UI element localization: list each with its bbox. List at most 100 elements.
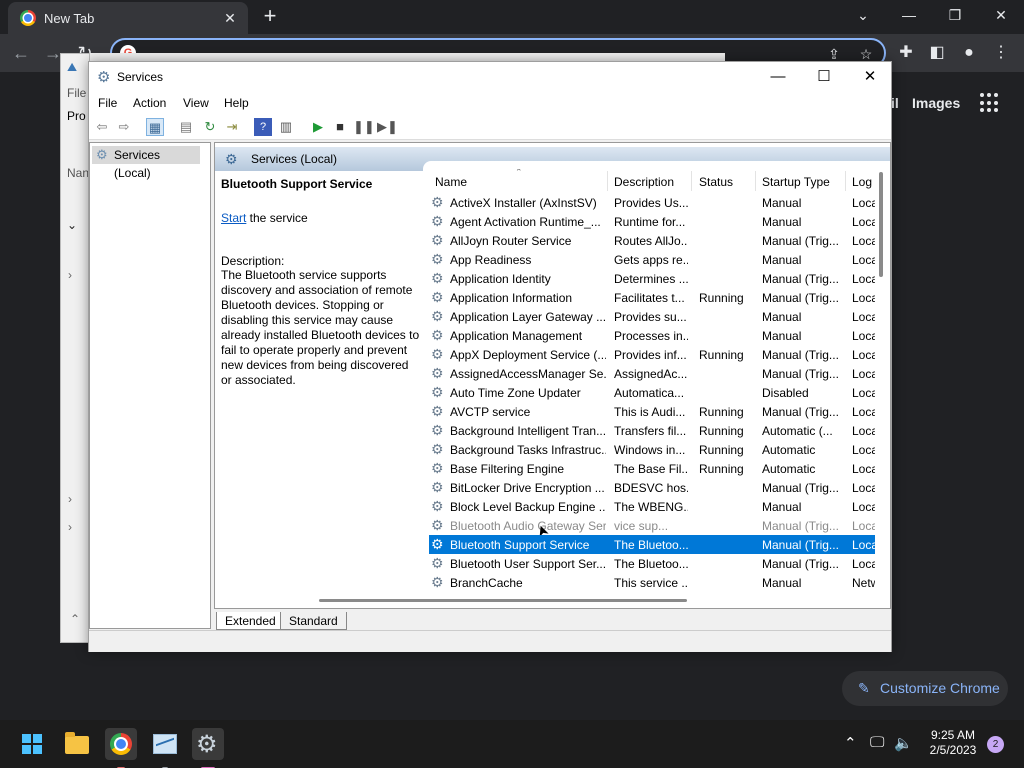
extensions-icon[interactable]: ✚ (895, 42, 917, 64)
volume-icon[interactable]: 🔈 (894, 734, 913, 752)
services-taskbar-button[interactable]: ⚙ (192, 728, 224, 768)
cell-startup: Manual (762, 576, 802, 590)
table-row[interactable]: ⚙ Agent Activation Runtime_... Runtime for… (429, 212, 875, 231)
close-button[interactable]: ✕ (855, 66, 885, 88)
service-gear-icon: ⚙ (431, 289, 444, 305)
table-row[interactable]: ⚙ Background Tasks Infrastruc... Windows i… (429, 440, 875, 459)
table-row[interactable]: ⚙ Bluetooth Audio Gateway Service vice sup… (429, 516, 875, 540)
clock[interactable]: 9:25 AM 2/5/2023 (922, 728, 984, 758)
network-icon[interactable]: 🖵 (870, 734, 884, 751)
column-startup-type[interactable]: Startup Type (762, 175, 830, 189)
column-separator (691, 171, 692, 191)
performance-monitor-button[interactable] (149, 728, 181, 768)
chevron-up-icon[interactable]: ⌃ (70, 612, 80, 626)
start-link[interactable]: Start (221, 211, 246, 225)
cell-name: Base Filtering Engine (450, 462, 565, 476)
table-row[interactable]: ⚙ Block Level Backup Engine ... The WBENG.… (429, 497, 875, 516)
table-row[interactable]: ⚙ App Readiness Gets apps re... Manual Loca (429, 250, 875, 269)
more-menu-icon[interactable]: ⋮ (990, 42, 1012, 64)
side-panel-icon[interactable]: ◧ (926, 42, 948, 64)
menu-action[interactable]: Action (133, 96, 166, 110)
tab-extended[interactable]: Extended (216, 612, 285, 630)
tab-standard[interactable]: Standard (280, 612, 347, 630)
profile-icon[interactable]: ● (958, 42, 980, 64)
notification-badge[interactable]: 2 (987, 736, 1004, 753)
table-row[interactable]: ⚙ Base Filtering Engine The Base Fil... Run… (429, 459, 875, 478)
table-row[interactable]: ⚙ Background Intelligent Tran... Transfers… (429, 421, 875, 440)
service-gear-icon: ⚙ (431, 232, 444, 248)
cell-name: Bluetooth Audio Gateway Service (450, 519, 606, 533)
cell-startup: Manual (Trig... (762, 272, 839, 286)
chevron-right-icon[interactable]: › (68, 492, 72, 506)
chevron-right-icon[interactable]: › (68, 520, 72, 534)
table-row[interactable]: ⚙ Application Management Processes in... Ma… (429, 326, 875, 345)
stop-service-icon[interactable]: ■ (331, 118, 349, 136)
refresh-icon[interactable]: ↻ (201, 118, 219, 136)
table-row[interactable]: ⚙ Bluetooth Support Service The Bluetoo...… (429, 535, 875, 554)
pause-service-icon[interactable]: ❚❚ (353, 118, 375, 136)
menu-help[interactable]: Help (224, 96, 249, 110)
new-tab-button[interactable]: + (258, 5, 282, 29)
start-button[interactable] (16, 728, 48, 760)
minimize-button[interactable]: — (763, 66, 793, 88)
vertical-scrollbar[interactable] (879, 172, 883, 277)
chevron-down-icon[interactable]: ⌄ (848, 4, 878, 26)
console-tree-icon[interactable]: ▦ (146, 118, 164, 136)
table-row[interactable]: ⚙ ActiveX Installer (AxInstSV) Provides Us… (429, 193, 875, 212)
chevron-up-icon[interactable]: ⌃ (844, 734, 857, 752)
service-gear-icon: ⚙ (431, 574, 444, 590)
restore-button[interactable]: ❐ (940, 4, 970, 26)
minimize-button[interactable]: — (894, 4, 924, 26)
column-description[interactable]: Description (614, 175, 674, 189)
table-row[interactable]: ⚙ AppX Deployment Service (... Provides in… (429, 345, 875, 364)
table-row[interactable]: ⚙ Bluetooth User Support Ser... The Blueto… (429, 554, 875, 573)
services-titlebar[interactable]: ⚙ Services — ☐ ✕ (89, 62, 891, 92)
show-pane-icon[interactable]: ▥ (277, 118, 295, 136)
menu-view[interactable]: View (183, 96, 209, 110)
chrome-tab[interactable]: New Tab ✕ (8, 2, 248, 34)
help-icon[interactable]: ? (254, 118, 272, 136)
cell-startup: Automatic (762, 443, 816, 457)
chevron-right-icon[interactable]: › (68, 268, 72, 282)
background-tab[interactable]: Pro (67, 109, 86, 123)
chrome-taskbar-button[interactable] (105, 728, 137, 768)
back-arrow-icon[interactable]: ← (10, 42, 32, 64)
cell-log: Loca (852, 405, 875, 419)
table-row[interactable]: ⚙ BitLocker Drive Encryption ... BDESVC ho… (429, 478, 875, 497)
customize-chrome-button[interactable]: ✎ Customize Chrome (842, 671, 1008, 706)
forward-arrow-icon[interactable]: ⇨ (115, 118, 133, 136)
table-row[interactable]: ⚙ Application Layer Gateway ... Provides s… (429, 307, 875, 326)
menu-file[interactable]: File (98, 96, 117, 110)
table-row[interactable]: ⚙ Application Information Facilitates t...… (429, 288, 875, 307)
close-window-button[interactable]: ✕ (986, 4, 1016, 26)
table-row[interactable]: ⚙ BranchCache This service ... Manual Netw (429, 573, 875, 592)
table-row[interactable]: ⚙ AllJoyn Router Service Routes AllJo... Ma… (429, 231, 875, 250)
chevron-down-icon[interactable]: ⌄ (67, 218, 77, 232)
table-row[interactable]: ⚙ Auto Time Zone Updater Automatica... Disa… (429, 383, 875, 402)
restart-service-icon[interactable]: ▶❚ (377, 118, 398, 136)
properties-icon[interactable]: ▤ (177, 118, 195, 136)
cell-name: Application Management (450, 329, 583, 343)
tree-item-services-local[interactable]: ⚙ Services (Local) (92, 146, 200, 180)
table-row[interactable]: ⚙ AVCTP service This is Audi... Running Manu… (429, 402, 875, 421)
cell-startup: Manual (Trig... (762, 538, 839, 552)
file-explorer-button[interactable] (61, 728, 93, 760)
export-list-icon[interactable]: ⇥ (223, 118, 241, 136)
back-arrow-icon[interactable]: ⇦ (93, 118, 111, 136)
table-row[interactable]: ⚙ Application Identity Determines ... Manua… (429, 269, 875, 288)
column-status[interactable]: Status (699, 175, 733, 189)
cell-startup: Manual (Trig... (762, 519, 839, 533)
cell-log: Loca (852, 500, 875, 514)
start-service-icon[interactable]: ▶ (309, 118, 327, 136)
apps-grid-icon[interactable] (980, 93, 1000, 113)
column-log-on-as[interactable]: Log (852, 175, 872, 189)
background-menu-file[interactable]: File (67, 86, 86, 100)
close-tab-icon[interactable]: ✕ (220, 8, 240, 28)
column-name[interactable]: Name (435, 175, 467, 189)
images-link[interactable]: Images (912, 95, 960, 111)
maximize-button[interactable]: ☐ (809, 66, 839, 88)
table-row[interactable]: ⚙ AssignedAccessManager Se... AssignedAc..… (429, 364, 875, 383)
gmail-link[interactable]: il (891, 95, 899, 111)
horizontal-scrollbar[interactable] (319, 599, 687, 602)
cell-desc: Determines ... (614, 272, 688, 286)
